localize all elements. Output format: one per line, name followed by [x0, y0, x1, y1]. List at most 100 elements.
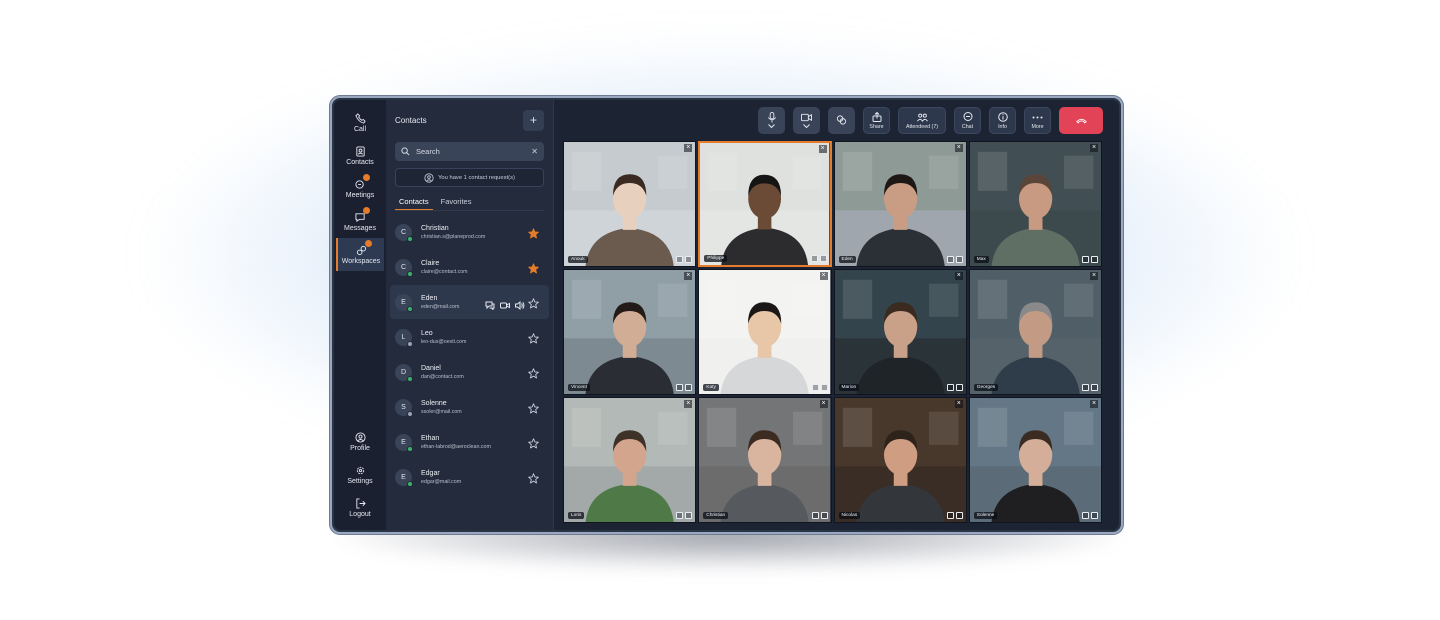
contact-row[interactable]: C Claire claire@contact.com: [390, 250, 549, 284]
tab-contacts[interactable]: Contacts: [395, 195, 433, 210]
contact-row[interactable]: L Leo leo-dus@oexit.com: [390, 320, 549, 354]
close-tile-icon[interactable]: ×: [819, 272, 828, 280]
rail-item-messages[interactable]: Messages: [336, 205, 384, 238]
clear-search-icon[interactable]: ✕: [531, 147, 538, 156]
attendees-button[interactable]: Attendeed (7): [898, 107, 946, 134]
close-tile-icon[interactable]: ×: [954, 272, 963, 280]
favorite-star-icon[interactable]: [528, 471, 539, 484]
favorite-star-icon[interactable]: [528, 296, 539, 309]
tile-controls: [810, 255, 827, 262]
close-tile-icon[interactable]: ×: [818, 145, 827, 153]
contact-row[interactable]: E Ethan ethan-labrod@aeroclean.com: [390, 425, 549, 459]
attendees-icon: [916, 112, 928, 123]
effects-button[interactable]: [828, 107, 855, 134]
video-tile[interactable]: Solenne ×: [968, 397, 1102, 523]
contact-search[interactable]: Search ✕: [395, 142, 544, 161]
expand-icon[interactable]: [811, 384, 819, 391]
expand-icon[interactable]: [946, 256, 954, 263]
favorite-star-icon[interactable]: [528, 261, 539, 274]
close-tile-icon[interactable]: ×: [684, 272, 693, 280]
video-tile[interactable]: Vincent ×: [563, 269, 697, 395]
rail-item-contacts[interactable]: Contacts: [336, 139, 384, 172]
rail-label-logout: Logout: [349, 511, 371, 518]
popout-icon[interactable]: [955, 256, 963, 263]
close-tile-icon[interactable]: ×: [1090, 144, 1098, 152]
expand-icon[interactable]: [676, 384, 684, 391]
rail-item-call[interactable]: Call: [336, 106, 384, 139]
video-tile[interactable]: Eden ×: [833, 141, 967, 267]
contact-email: edgar@mail.com: [421, 478, 462, 485]
contact-row[interactable]: D Daniel dan@contact.com: [390, 355, 549, 389]
video-tile[interactable]: Christian ×: [698, 397, 832, 523]
popout-icon[interactable]: [685, 256, 693, 263]
contact-row[interactable]: C Christian christian.s@planeprod.com: [390, 215, 549, 249]
participant-name: Katy: [703, 384, 719, 391]
participant-name: Nicolas: [838, 512, 861, 519]
video-tile[interactable]: Katy ×: [698, 269, 832, 395]
close-tile-icon[interactable]: ×: [684, 144, 693, 152]
favorite-star-icon[interactable]: [528, 436, 539, 449]
contact-row[interactable]: E Eden eden@mail.com: [390, 285, 549, 319]
video-tile[interactable]: Max ×: [968, 141, 1102, 267]
contact-name: Christian: [421, 224, 449, 232]
expand-icon[interactable]: [946, 512, 954, 519]
expand-icon[interactable]: [1082, 256, 1089, 263]
favorite-star-icon[interactable]: [528, 331, 539, 344]
search-input[interactable]: Search: [416, 147, 440, 156]
expand-icon[interactable]: [1082, 384, 1089, 391]
rail-item-profile[interactable]: Profile: [336, 425, 384, 458]
expand-icon[interactable]: [810, 255, 818, 262]
popout-icon[interactable]: [685, 512, 693, 519]
contact-request-banner[interactable]: You have 1 contact request(s): [395, 168, 544, 187]
video-tile[interactable]: Anouk ×: [563, 141, 697, 267]
video-tile[interactable]: Loris ×: [563, 397, 697, 523]
video-tile[interactable]: Georges ×: [968, 269, 1102, 395]
contact-row[interactable]: E Edgar edgar@mail.com: [390, 460, 549, 494]
favorite-star-icon[interactable]: [528, 366, 539, 379]
close-tile-icon[interactable]: ×: [954, 144, 963, 152]
popout-icon[interactable]: [955, 512, 963, 519]
expand-icon[interactable]: [946, 384, 954, 391]
popout-icon[interactable]: [955, 384, 963, 391]
video-tile[interactable]: Marion ×: [833, 269, 967, 395]
avatar-initial: L: [401, 333, 406, 341]
popout-icon[interactable]: [1091, 384, 1098, 391]
rail-item-meetings[interactable]: Meetings: [336, 172, 384, 205]
popout-icon[interactable]: [1091, 512, 1098, 519]
favorite-star-icon[interactable]: [528, 401, 539, 414]
camera-button[interactable]: [793, 107, 820, 134]
info-button[interactable]: Info: [989, 107, 1016, 134]
favorite-star-icon[interactable]: [528, 226, 539, 239]
add-contact-button[interactable]: +: [523, 109, 544, 131]
popout-icon[interactable]: [685, 384, 693, 391]
end-call-button[interactable]: [1059, 107, 1103, 134]
close-tile-icon[interactable]: ×: [819, 400, 828, 408]
close-tile-icon[interactable]: ×: [954, 400, 963, 408]
more-button[interactable]: More: [1024, 107, 1051, 134]
popout-icon[interactable]: [820, 384, 828, 391]
participant-video: [969, 142, 1101, 266]
popout-icon[interactable]: [819, 255, 827, 262]
video-tile[interactable]: Philippe ×: [698, 141, 832, 267]
tab-favorites[interactable]: Favorites: [437, 195, 476, 210]
microphone-button[interactable]: [758, 107, 785, 134]
expand-icon[interactable]: [811, 512, 819, 519]
rail-item-settings[interactable]: Settings: [336, 458, 384, 491]
expand-icon[interactable]: [676, 256, 684, 263]
popout-icon[interactable]: [1091, 256, 1098, 263]
camera-icon[interactable]: [500, 297, 510, 309]
expand-icon[interactable]: [676, 512, 684, 519]
close-tile-icon[interactable]: ×: [1090, 400, 1098, 408]
speaker-icon[interactable]: [515, 297, 525, 311]
close-tile-icon[interactable]: ×: [1090, 272, 1098, 280]
share-button[interactable]: Share: [863, 107, 890, 134]
close-tile-icon[interactable]: ×: [684, 400, 693, 408]
expand-icon[interactable]: [1082, 512, 1089, 519]
rail-item-workspaces[interactable]: Workspaces: [336, 238, 384, 271]
rail-item-logout[interactable]: Logout: [336, 491, 384, 524]
video-tile[interactable]: Nicolas ×: [833, 397, 967, 523]
chat-icon[interactable]: [485, 297, 495, 311]
contact-row[interactable]: S Solenne ssoler@mail.com: [390, 390, 549, 424]
chat-button[interactable]: Chat: [954, 107, 981, 134]
popout-icon[interactable]: [820, 512, 828, 519]
